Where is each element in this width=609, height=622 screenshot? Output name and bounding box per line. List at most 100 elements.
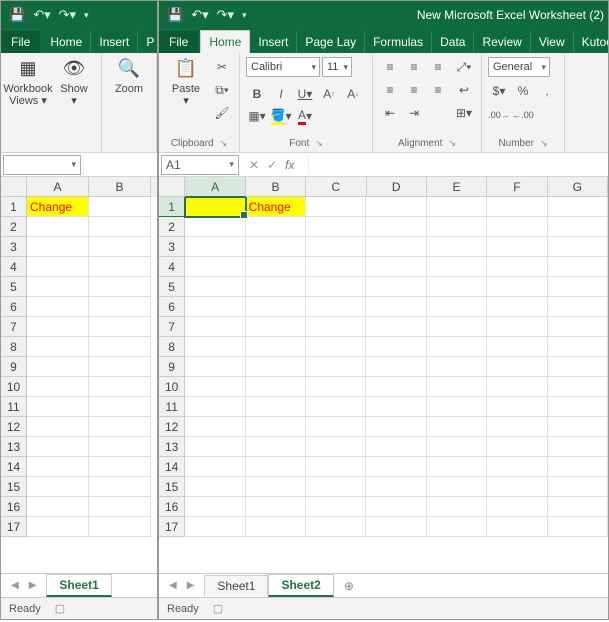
- row-header-14[interactable]: 14: [1, 457, 27, 477]
- cell-D11[interactable]: [366, 397, 426, 417]
- cell-A2[interactable]: [27, 217, 89, 237]
- row-header-15[interactable]: 15: [159, 477, 185, 497]
- formula-input-right[interactable]: [308, 155, 608, 175]
- cell-A4[interactable]: [27, 257, 89, 277]
- alignment-dialog-icon[interactable]: ↘: [448, 138, 456, 149]
- align-middle-button[interactable]: ≡: [403, 57, 425, 77]
- redo-icon[interactable]: ↷▾: [217, 7, 234, 23]
- add-sheet-button[interactable]: ⊕: [334, 579, 364, 593]
- tab-formulas[interactable]: Formulas: [365, 31, 432, 53]
- tab-view[interactable]: View: [531, 31, 574, 53]
- sheet-tab-sheet1[interactable]: Sheet1: [204, 575, 268, 596]
- row-header-17[interactable]: 17: [159, 517, 185, 537]
- cell-C5[interactable]: [306, 277, 366, 297]
- font-dialog-icon[interactable]: ↘: [315, 138, 323, 149]
- align-left-button[interactable]: ≡: [379, 80, 401, 100]
- cell-A7[interactable]: [27, 317, 89, 337]
- cell-E8[interactable]: [427, 337, 487, 357]
- sheet-nav-prev-icon[interactable]: ◀: [169, 580, 177, 591]
- cell-C10[interactable]: [306, 377, 366, 397]
- cell-E11[interactable]: [427, 397, 487, 417]
- clipboard-dialog-icon[interactable]: ↘: [220, 138, 228, 149]
- cell-B10[interactable]: [89, 377, 151, 397]
- decrease-decimal-button[interactable]: ←.00: [512, 105, 534, 125]
- cell-F4[interactable]: [487, 257, 547, 277]
- cell-B2[interactable]: [246, 217, 306, 237]
- cell-D5[interactable]: [366, 277, 426, 297]
- cell-D10[interactable]: [366, 377, 426, 397]
- cell-D4[interactable]: [366, 257, 426, 277]
- cell-B4[interactable]: [89, 257, 151, 277]
- row-header-10[interactable]: 10: [1, 377, 27, 397]
- col-header-A[interactable]: A: [27, 177, 89, 197]
- italic-button[interactable]: I: [270, 84, 292, 104]
- cell-B6[interactable]: [246, 297, 306, 317]
- cell-F17[interactable]: [487, 517, 547, 537]
- cell-C15[interactable]: [306, 477, 366, 497]
- sheet-nav-next-icon[interactable]: ▶: [29, 580, 37, 591]
- cell-C1[interactable]: [306, 197, 366, 217]
- row-header-8[interactable]: 8: [1, 337, 27, 357]
- tab-review[interactable]: Review: [474, 31, 530, 53]
- cell-C17[interactable]: [306, 517, 366, 537]
- cell-F14[interactable]: [487, 457, 547, 477]
- cell-C9[interactable]: [306, 357, 366, 377]
- cell-B7[interactable]: [246, 317, 306, 337]
- cell-F15[interactable]: [487, 477, 547, 497]
- increase-font-button[interactable]: A↑: [318, 84, 340, 104]
- cell-B9[interactable]: [246, 357, 306, 377]
- cell-A8[interactable]: [27, 337, 89, 357]
- cell-E6[interactable]: [427, 297, 487, 317]
- cell-A9[interactable]: [27, 357, 89, 377]
- cell-C13[interactable]: [306, 437, 366, 457]
- cell-C4[interactable]: [306, 257, 366, 277]
- cell-D3[interactable]: [366, 237, 426, 257]
- cell-B9[interactable]: [89, 357, 151, 377]
- cell-A3[interactable]: [185, 237, 245, 257]
- cell-A3[interactable]: [27, 237, 89, 257]
- cell-G3[interactable]: [548, 237, 608, 257]
- cell-C12[interactable]: [306, 417, 366, 437]
- fill-color-button[interactable]: 🪣▾: [270, 106, 292, 126]
- row-header-3[interactable]: 3: [1, 237, 27, 257]
- row-header-12[interactable]: 12: [159, 417, 185, 437]
- cell-B1[interactable]: Change: [246, 197, 306, 217]
- sheet-nav-prev-icon[interactable]: ◀: [11, 580, 19, 591]
- cell-B11[interactable]: [246, 397, 306, 417]
- formula-input-left[interactable]: [83, 155, 157, 175]
- row-header-9[interactable]: 9: [159, 357, 185, 377]
- cell-B4[interactable]: [246, 257, 306, 277]
- cell-C14[interactable]: [306, 457, 366, 477]
- cell-C11[interactable]: [306, 397, 366, 417]
- row-header-16[interactable]: 16: [1, 497, 27, 517]
- cell-E15[interactable]: [427, 477, 487, 497]
- cell-F6[interactable]: [487, 297, 547, 317]
- cell-G11[interactable]: [548, 397, 608, 417]
- row-header-13[interactable]: 13: [159, 437, 185, 457]
- cell-F5[interactable]: [487, 277, 547, 297]
- row-header-16[interactable]: 16: [159, 497, 185, 517]
- cell-A11[interactable]: [27, 397, 89, 417]
- row-header-1[interactable]: 1: [159, 197, 185, 217]
- cell-A10[interactable]: [27, 377, 89, 397]
- accounting-format-button[interactable]: $▾: [488, 81, 510, 101]
- cell-B7[interactable]: [89, 317, 151, 337]
- cell-E5[interactable]: [427, 277, 487, 297]
- cell-E12[interactable]: [427, 417, 487, 437]
- cell-A14[interactable]: [185, 457, 245, 477]
- cell-A9[interactable]: [185, 357, 245, 377]
- select-all-corner[interactable]: [159, 177, 185, 197]
- macro-record-icon[interactable]: ▢: [55, 602, 65, 615]
- align-bottom-button[interactable]: ≡: [427, 57, 449, 77]
- cell-C7[interactable]: [306, 317, 366, 337]
- cell-G8[interactable]: [548, 337, 608, 357]
- number-dialog-icon[interactable]: ↘: [540, 138, 548, 149]
- underline-button[interactable]: U▾: [294, 84, 316, 104]
- row-header-2[interactable]: 2: [159, 217, 185, 237]
- cell-A16[interactable]: [185, 497, 245, 517]
- cell-D12[interactable]: [366, 417, 426, 437]
- cell-E3[interactable]: [427, 237, 487, 257]
- cell-A17[interactable]: [185, 517, 245, 537]
- fx-icon[interactable]: fx: [285, 158, 294, 172]
- name-box-left[interactable]: ▾: [3, 155, 81, 175]
